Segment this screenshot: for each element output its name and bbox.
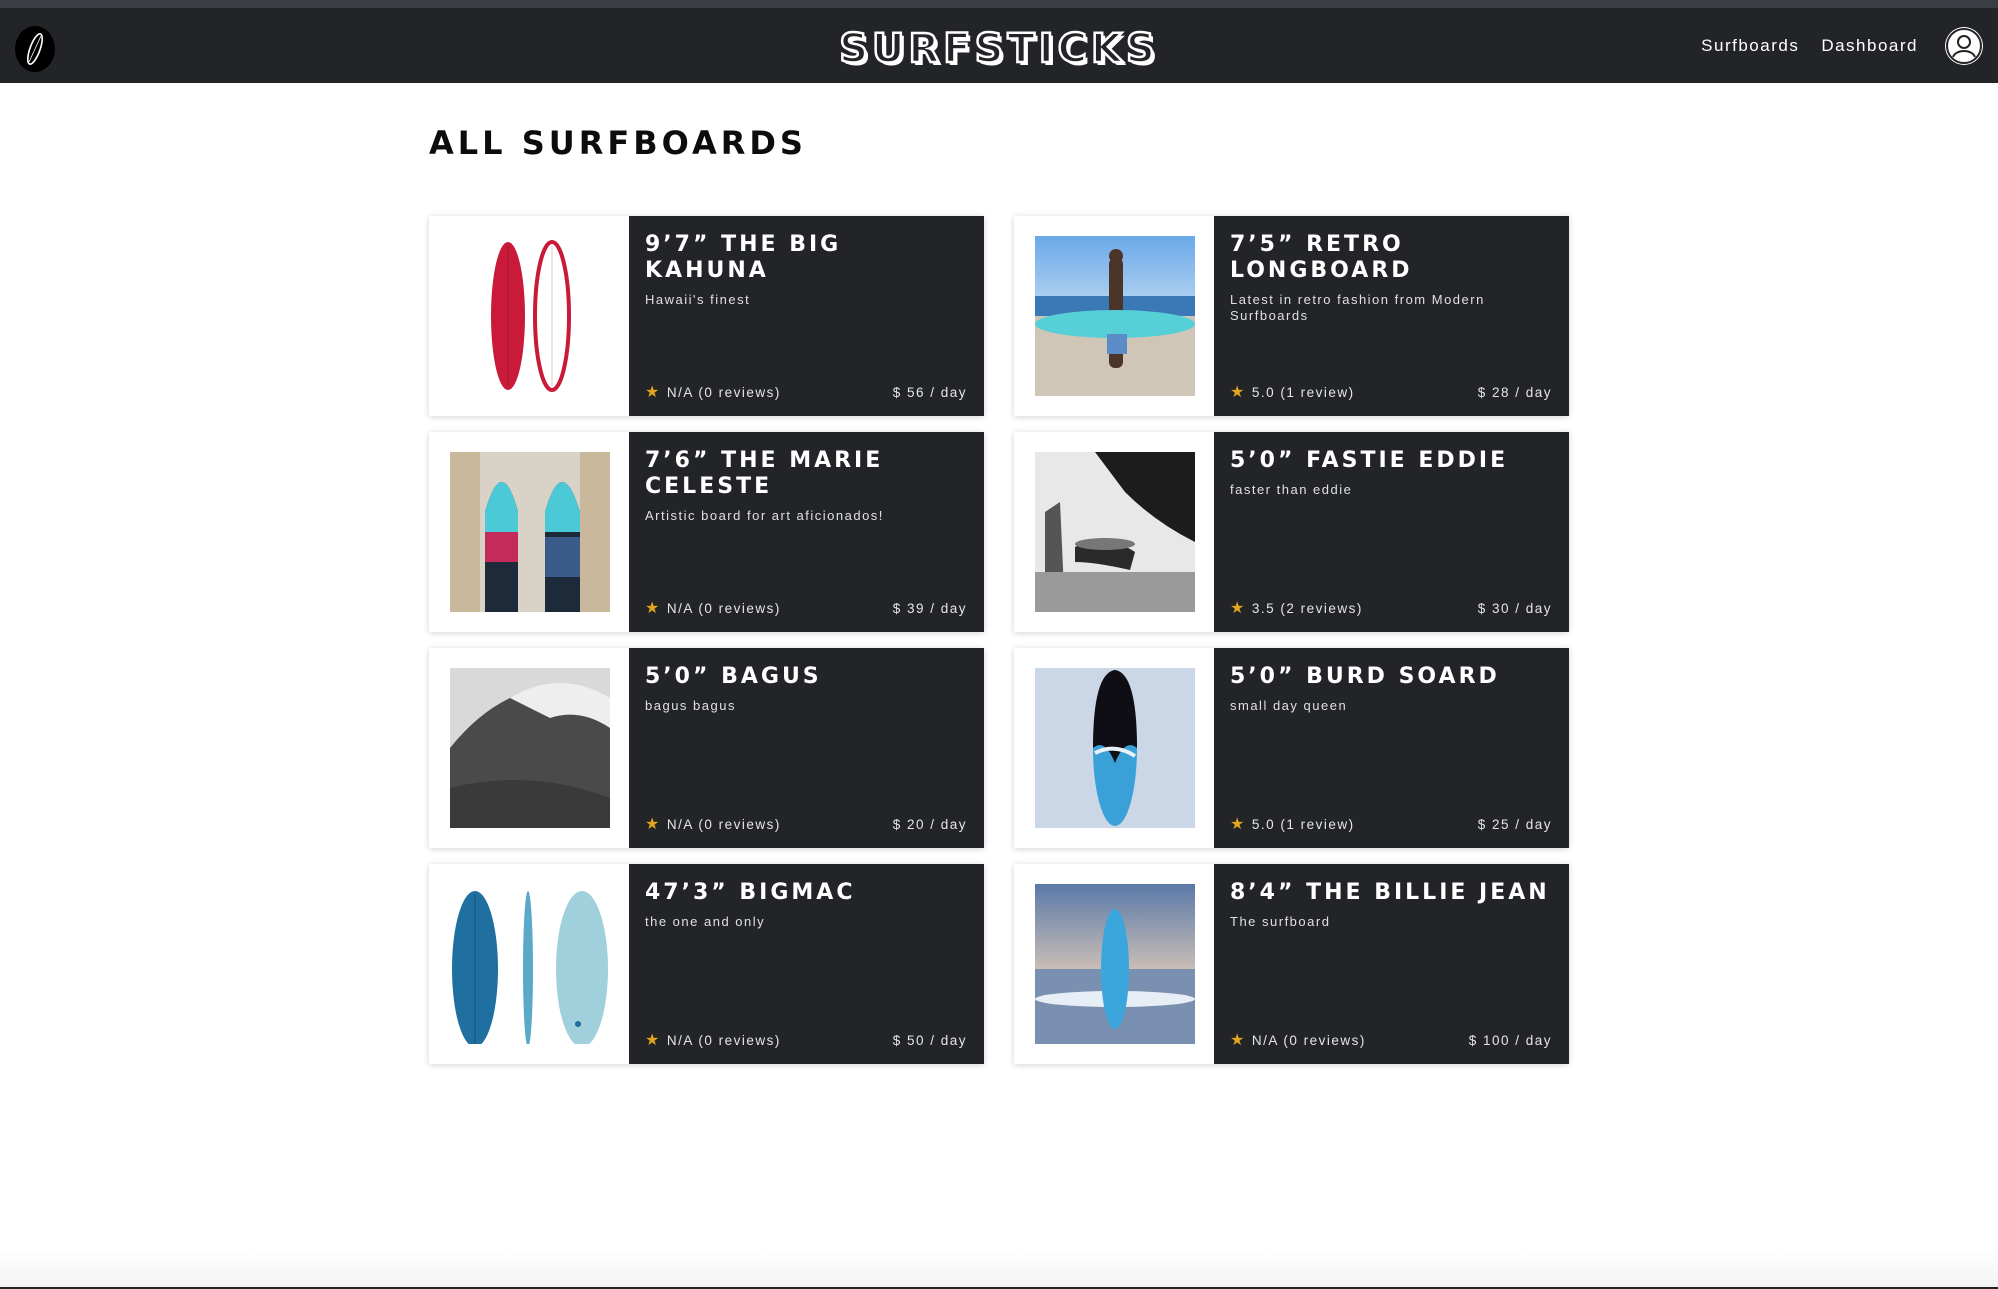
card-thumbnail — [429, 216, 629, 416]
painted-boards-image — [450, 452, 610, 612]
surfboard-card[interactable]: 9’7” The Big Kahuna Hawaii's finest ★ N/A… — [429, 216, 984, 416]
skater-bw-image — [1035, 452, 1195, 612]
surfboard-card[interactable]: 5’0” Fastie Eddie faster than eddie ★ 3.5… — [1014, 432, 1569, 632]
card-title[interactable]: 9’7” The Big Kahuna — [645, 232, 967, 284]
bottom-fade — [0, 1249, 1998, 1289]
card-price: $ 28 / day — [1477, 385, 1552, 400]
user-avatar-icon[interactable] — [1945, 27, 1983, 65]
star-icon: ★ — [645, 815, 661, 833]
card-thumbnail — [1014, 216, 1214, 416]
card-info: 8’4” The Billie Jean The surfboard ★ N/A … — [1214, 864, 1569, 1064]
brand-logo-text[interactable]: SURFSTICKS — [0, 25, 1998, 74]
card-thumbnail — [1014, 432, 1214, 632]
card-info: 5’0” Fastie Eddie faster than eddie ★ 3.5… — [1214, 432, 1569, 632]
rating-text: 5.0 (1 review) — [1251, 817, 1355, 832]
star-icon: ★ — [645, 599, 661, 617]
navbar: SURFSTICKS Surfboards Dashboard — [0, 8, 1998, 83]
card-rating: ★ N/A (0 reviews) — [1230, 1031, 1366, 1049]
card-price: $ 100 / day — [1468, 1033, 1552, 1048]
card-info: 9’7” The Big Kahuna Hawaii's finest ★ N/A… — [629, 216, 984, 416]
nav-dashboard-link[interactable]: Dashboard — [1821, 36, 1918, 56]
nav-links: Surfboards Dashboard — [1701, 36, 1918, 56]
card-meta: ★ N/A (0 reviews) $ 100 / day — [1230, 1031, 1552, 1049]
card-meta: ★ 5.0 (1 review) $ 25 / day — [1230, 815, 1552, 833]
card-price: $ 30 / day — [1477, 601, 1552, 616]
board-on-beach-image — [1035, 884, 1195, 1044]
card-description: Artistic board for art aficionados! — [645, 508, 884, 523]
rating-text: N/A (0 reviews) — [666, 1033, 781, 1048]
card-rating: ★ 5.0 (1 review) — [1230, 383, 1355, 401]
rating-text: N/A (0 reviews) — [666, 817, 781, 832]
card-description: small day queen — [1230, 698, 1348, 713]
card-thumbnail — [1014, 648, 1214, 848]
nav-surfboards-link[interactable]: Surfboards — [1701, 36, 1799, 56]
surfboard-card[interactable]: 5’0” Bagus bagus bagus ★ N/A (0 reviews) … — [429, 648, 984, 848]
rating-text: 3.5 (2 reviews) — [1251, 601, 1363, 616]
card-title[interactable]: 5’0” Bagus — [645, 664, 967, 690]
card-title[interactable]: 7’6” The Marie Celeste — [645, 448, 967, 500]
card-meta: ★ 5.0 (1 review) $ 28 / day — [1230, 383, 1552, 401]
page-title: ALL SURFBOARDS — [429, 124, 807, 162]
card-meta: ★ N/A (0 reviews) $ 56 / day — [645, 383, 967, 401]
blue-black-board-image — [1035, 668, 1195, 828]
blue-boards-image — [450, 884, 610, 1044]
card-info: 7’5” Retro Longboard Latest in retro fas… — [1214, 216, 1569, 416]
red-surfboards-image — [450, 236, 610, 396]
card-info: 5’0” Burd Soard small day queen ★ 5.0 (1 … — [1214, 648, 1569, 848]
star-icon: ★ — [1230, 383, 1246, 401]
surfboard-card[interactable]: 7’6” The Marie Celeste Artistic board fo… — [429, 432, 984, 632]
surfboard-card[interactable]: 47’3” BigMac the one and only ★ N/A (0 re… — [429, 864, 984, 1064]
card-meta: ★ N/A (0 reviews) $ 20 / day — [645, 815, 967, 833]
card-rating: ★ 5.0 (1 review) — [1230, 815, 1355, 833]
card-description: faster than eddie — [1230, 482, 1353, 497]
card-price: $ 50 / day — [892, 1033, 967, 1048]
card-title[interactable]: 5’0” Fastie Eddie — [1230, 448, 1552, 474]
card-meta: ★ 3.5 (2 reviews) $ 30 / day — [1230, 599, 1552, 617]
card-description: bagus bagus — [645, 698, 736, 713]
window-top-strip — [0, 0, 1998, 8]
card-rating: ★ 3.5 (2 reviews) — [1230, 599, 1363, 617]
card-thumbnail — [429, 648, 629, 848]
star-icon: ★ — [1230, 1031, 1246, 1049]
card-description: Hawaii's finest — [645, 292, 751, 307]
rating-text: 5.0 (1 review) — [1251, 385, 1355, 400]
surfboard-card[interactable]: 5’0” Burd Soard small day queen ★ 5.0 (1 … — [1014, 648, 1569, 848]
big-wave-image — [450, 668, 610, 828]
card-info: 47’3” BigMac the one and only ★ N/A (0 re… — [629, 864, 984, 1064]
card-thumbnail — [429, 864, 629, 1064]
card-thumbnail — [429, 432, 629, 632]
card-rating: ★ N/A (0 reviews) — [645, 1031, 781, 1049]
card-title[interactable]: 7’5” Retro Longboard — [1230, 232, 1552, 284]
card-meta: ★ N/A (0 reviews) $ 50 / day — [645, 1031, 967, 1049]
card-thumbnail — [1014, 864, 1214, 1064]
card-title[interactable]: 47’3” BigMac — [645, 880, 967, 906]
star-icon: ★ — [1230, 815, 1246, 833]
man-holding-longboard-image — [1035, 236, 1195, 396]
surfboard-card[interactable]: 7’5” Retro Longboard Latest in retro fas… — [1014, 216, 1569, 416]
card-price: $ 20 / day — [892, 817, 967, 832]
star-icon: ★ — [1230, 599, 1246, 617]
card-rating: ★ N/A (0 reviews) — [645, 599, 781, 617]
card-info: 5’0” Bagus bagus bagus ★ N/A (0 reviews) … — [629, 648, 984, 848]
rating-text: N/A (0 reviews) — [1251, 1033, 1366, 1048]
card-title[interactable]: 8’4” The Billie Jean — [1230, 880, 1552, 906]
card-rating: ★ N/A (0 reviews) — [645, 383, 781, 401]
star-icon: ★ — [645, 1031, 661, 1049]
card-title[interactable]: 5’0” Burd Soard — [1230, 664, 1552, 690]
card-price: $ 39 / day — [892, 601, 967, 616]
rating-text: N/A (0 reviews) — [666, 601, 781, 616]
surfboard-card[interactable]: 8’4” The Billie Jean The surfboard ★ N/A … — [1014, 864, 1569, 1064]
card-meta: ★ N/A (0 reviews) $ 39 / day — [645, 599, 967, 617]
star-icon: ★ — [645, 383, 661, 401]
card-price: $ 56 / day — [892, 385, 967, 400]
card-description: The surfboard — [1230, 914, 1331, 929]
card-description: Latest in retro fashion from Modern Surf… — [1230, 292, 1485, 323]
rating-text: N/A (0 reviews) — [666, 385, 781, 400]
card-price: $ 25 / day — [1477, 817, 1552, 832]
card-info: 7’6” The Marie Celeste Artistic board fo… — [629, 432, 984, 632]
card-description: the one and only — [645, 914, 766, 929]
card-rating: ★ N/A (0 reviews) — [645, 815, 781, 833]
